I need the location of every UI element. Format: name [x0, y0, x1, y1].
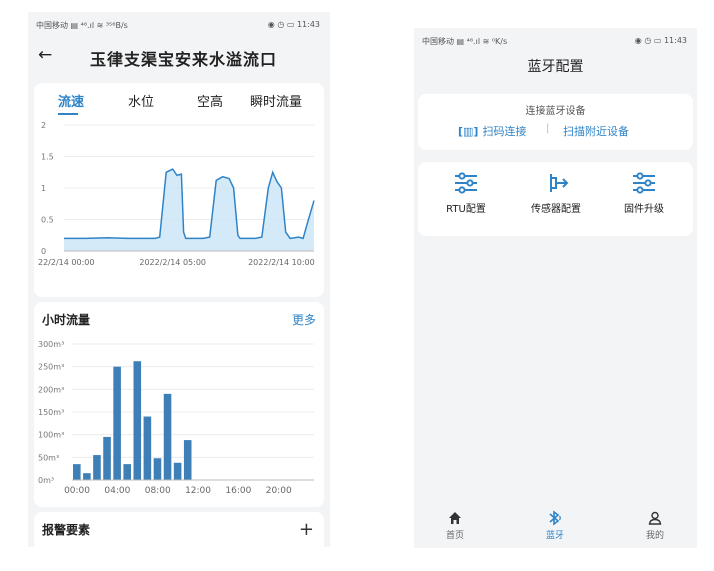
bar: [123, 464, 131, 480]
user-icon: [648, 511, 662, 525]
tab-flow-speed[interactable]: 流速: [58, 91, 84, 110]
y-tick-label: 200m³: [38, 385, 64, 394]
y-tick-label: 100m³: [38, 431, 64, 440]
x-tick-label: 16:00: [225, 486, 251, 496]
y-tick-label: 150m³: [38, 408, 64, 417]
nav-mine[interactable]: 我的: [630, 510, 680, 541]
function-card: RTU配置 传感器配置 固件升级: [418, 162, 693, 236]
y-tick-label: 0.5: [41, 216, 54, 225]
x-tick-label: 04:00: [104, 486, 130, 496]
scan-connect-label: 扫码连接: [482, 125, 527, 138]
sensor-config-label: 传感器配置: [531, 204, 581, 215]
hourly-flow-card: 小时流量 更多 300m³ 250m³ 200m³ 150m³ 100m³ 50m³ 0m³…: [34, 302, 324, 507]
bar: [113, 366, 121, 480]
status-bar: 中国移动 ▤ ⁴⁶.ıl ≋ ⁰K/s ◉ ◷ ▭ 11:43: [414, 28, 697, 52]
y-tick-label: 2: [41, 121, 46, 130]
x-tick-label: 2022/2/14 05:00: [139, 258, 206, 267]
connect-heading: 连接蓝牙设备: [525, 106, 586, 117]
x-tick-label: 22/2/14 00:00: [38, 258, 94, 267]
status-left: 中国移动 ▤ ⁴⁶.ıl ≋ ³⁵⁶B/s: [36, 21, 128, 30]
status-bar: 中国移动 ▤ ⁴⁶.ıl ≋ ³⁵⁶B/s ◉ ◷ ▭ 11:43: [28, 12, 330, 36]
bar: [153, 458, 162, 480]
bluetooth-icon: [549, 510, 561, 526]
scan-connect-button[interactable]: [▥] 扫码连接: [458, 123, 526, 139]
page-title: 蓝牙配置: [527, 59, 584, 75]
status-right: ◉ ◷ ▭ 11:43: [267, 20, 320, 29]
sensor-config-button[interactable]: 传感器配置: [516, 172, 596, 215]
status-right: ◉ ◷ ▭ 11:43: [634, 36, 687, 45]
page-title: 玉律支渠宝安来水溢流口: [90, 50, 278, 69]
nav-bluetooth-label: 蓝牙: [545, 531, 564, 541]
y-tick-label: 1: [41, 184, 46, 193]
y-tick-label: 0: [41, 247, 46, 256]
scan-nearby-button[interactable]: 扫描附近设备: [563, 123, 629, 139]
right-phone-screen: 中国移动 ▤ ⁴⁶.ıl ≋ ⁰K/s ◉ ◷ ▭ 11:43 蓝牙配置 连接蓝…: [414, 28, 697, 548]
bar: [83, 473, 91, 480]
y-tick-label: 0m³: [38, 476, 54, 485]
firmware-upgrade-label: 固件升级: [624, 204, 664, 215]
left-phone-screen: 中国移动 ▤ ⁴⁶.ıl ≋ ³⁵⁶B/s ◉ ◷ ▭ 11:43 ← 玉律支渠…: [28, 12, 330, 547]
hourly-flow-title: 小时流量: [42, 313, 91, 327]
firmware-upgrade-button[interactable]: 固件升级: [604, 172, 684, 215]
bar: [183, 440, 192, 480]
bar: [73, 464, 81, 480]
rtu-config-label: RTU配置: [446, 204, 486, 215]
tab-water-level[interactable]: 水位: [128, 91, 154, 110]
bar: [163, 393, 172, 480]
back-arrow-icon[interactable]: ←: [38, 45, 52, 65]
y-tick-label: 300m³: [38, 340, 64, 349]
sliders-icon: [455, 172, 477, 194]
nav-bluetooth[interactable]: 蓝牙: [530, 510, 580, 541]
alarm-card: 报警要素 +: [34, 512, 324, 547]
hourly-flow-chart: 300m³ 250m³ 200m³ 150m³ 100m³ 50m³ 0m³ 00:00 04:…: [38, 340, 314, 496]
top-bar: ← 玉律支渠宝安来水溢流口: [28, 36, 330, 78]
tab-instant-flow[interactable]: 瞬时流量: [250, 91, 302, 110]
y-tick-label: 1.5: [41, 153, 54, 162]
x-tick-label: 00:00: [64, 486, 90, 496]
nav-home[interactable]: 首页: [430, 510, 480, 541]
y-tick-label: 50m³: [38, 453, 59, 462]
separator: |: [546, 123, 550, 134]
chart-card: 流速 水位 空高 瞬时流量 2 1.5 1 0.5 0 22/2/14 00:00 2022…: [34, 83, 324, 297]
bar: [143, 416, 152, 480]
scan-code-icon: [▥]: [458, 125, 479, 138]
sliders-icon: [633, 172, 655, 194]
nav-mine-label: 我的: [645, 531, 664, 541]
status-left: 中国移动 ▤ ⁴⁶.ıl ≋ ⁰K/s: [422, 37, 508, 46]
add-icon[interactable]: +: [299, 519, 314, 540]
x-tick-label: 08:00: [145, 486, 171, 496]
nav-home-label: 首页: [445, 531, 464, 541]
bluetooth-connect-card: 连接蓝牙设备 [▥] 扫码连接 | 扫描附近设备: [418, 94, 693, 150]
alarm-title: 报警要素: [42, 523, 91, 537]
bar: [173, 462, 182, 480]
active-tab-indicator: [58, 113, 78, 115]
bar: [133, 361, 142, 480]
bottom-tab-bar: 首页 蓝牙 我的: [414, 506, 697, 548]
x-tick-label: 20:00: [266, 486, 292, 496]
tab-headroom[interactable]: 空高: [197, 91, 223, 110]
x-tick-label: 2022/2/14 10:00: [248, 258, 315, 267]
y-tick-label: 250m³: [38, 363, 64, 372]
bar: [103, 436, 111, 480]
bar: [93, 455, 101, 480]
rtu-config-button[interactable]: RTU配置: [426, 172, 506, 215]
more-link[interactable]: 更多: [292, 311, 316, 328]
sensor-arrow-icon: [550, 174, 569, 192]
x-tick-label: 12:00: [185, 486, 211, 496]
home-icon: [449, 512, 461, 524]
flow-speed-chart: 2 1.5 1 0.5 0 22/2/14 00:00 2022/2/14 05:00 202…: [38, 121, 315, 267]
